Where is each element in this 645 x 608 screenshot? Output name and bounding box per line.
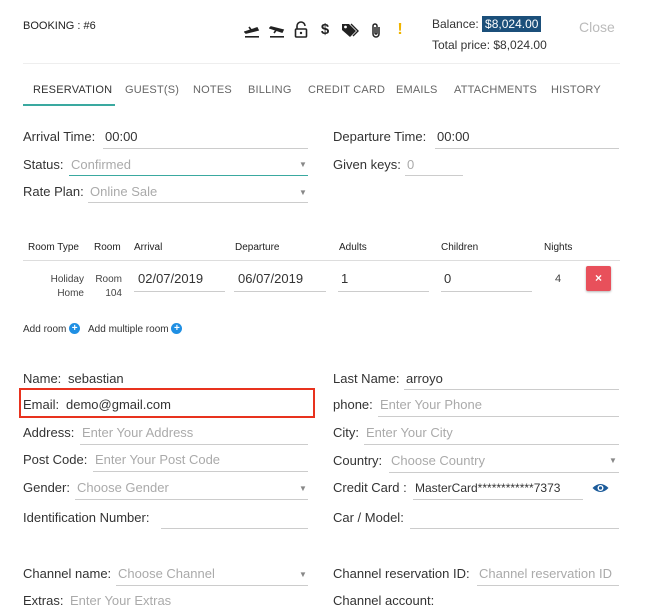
col-arrival: Arrival [134, 242, 163, 253]
tab-credit-card[interactable]: CREDIT CARD [308, 84, 385, 96]
country-chevron-icon: ▼ [609, 456, 617, 465]
col-room-type: Room Type [28, 242, 79, 253]
tab-guests[interactable]: GUEST(S) [125, 84, 179, 96]
id-number-label: Identification Number: [23, 510, 150, 525]
room-departure-input[interactable]: 06/07/2019 [238, 271, 303, 286]
rate-plan-label: Rate Plan: [23, 184, 84, 199]
channel-chevron-icon: ▼ [299, 570, 307, 579]
room-type-cell: Holiday Home [50, 274, 84, 299]
gender-label: Gender: [23, 480, 70, 495]
alert-icon: ! [397, 21, 403, 38]
rate-plan-chevron-icon: ▼ [299, 188, 307, 197]
channel-account-label: Channel account: [333, 593, 435, 608]
close-icon: × [594, 271, 602, 285]
nights-value: 4 [555, 273, 562, 285]
children-input[interactable]: 0 [444, 271, 451, 286]
room-arrival-input[interactable]: 02/07/2019 [138, 271, 203, 286]
check-out-icon[interactable] [268, 22, 286, 43]
channel-name-select[interactable]: Choose Channel [118, 566, 215, 581]
gender-select[interactable]: Choose Gender [77, 480, 169, 495]
add-room-button[interactable]: Add room + [23, 323, 81, 335]
extras-input[interactable]: Enter Your Extras [70, 593, 171, 608]
tab-attachments[interactable]: ATTACHMENTS [454, 84, 537, 96]
tab-reservation[interactable]: RESERVATION [33, 84, 112, 96]
credit-card-label: Credit Card : [333, 480, 407, 495]
post-code-label: Post Code: [23, 452, 88, 467]
name-label: Name: [23, 371, 62, 386]
id-number-input[interactable] [161, 510, 308, 528]
plus-icon: + [69, 323, 81, 334]
extras-label: Extras: [23, 593, 64, 608]
check-in-icon[interactable] [243, 22, 261, 43]
given-keys-input[interactable]: 0 [407, 157, 414, 172]
total-price: Total price: $8,024.00 [432, 38, 547, 52]
email-label: Email: [23, 397, 60, 412]
last-name-label: Last Name: [333, 371, 400, 386]
tab-emails[interactable]: EMAILS [396, 84, 438, 96]
last-name-input[interactable]: arroyo [406, 371, 443, 386]
rate-plan-select[interactable]: Online Sale [90, 184, 157, 199]
col-room: Room [94, 242, 121, 253]
email-input[interactable]: demo@gmail.com [66, 397, 171, 412]
credit-card-input[interactable]: MasterCard************7373 [415, 481, 560, 495]
departure-time-input[interactable]: 00:00 [437, 129, 470, 144]
status-label: Status: [23, 157, 64, 172]
tab-history[interactable]: HISTORY [551, 84, 601, 96]
city-label: City: [333, 425, 359, 440]
arrival-time-label: Arrival Time: [23, 129, 96, 144]
room-cell: Room 104 [95, 274, 122, 299]
car-model-input[interactable] [410, 510, 619, 528]
lock-icon[interactable] [293, 21, 309, 43]
eye-icon[interactable] [592, 481, 609, 499]
tags-icon[interactable] [341, 22, 359, 43]
name-input[interactable]: sebastian [68, 371, 124, 386]
plus-icon: + [171, 323, 183, 334]
active-tab-indicator [23, 104, 115, 106]
country-label: Country: [333, 453, 383, 468]
booking-title: BOOKING : #6 [23, 20, 96, 32]
channel-reservation-id-label: Channel reservation ID: [333, 566, 470, 581]
phone-input[interactable]: Enter Your Phone [380, 397, 482, 412]
address-input[interactable]: Enter Your Address [82, 425, 193, 440]
post-code-input[interactable]: Enter Your Post Code [95, 452, 220, 467]
phone-label: phone: [333, 397, 373, 412]
car-model-label: Car / Model: [333, 510, 404, 525]
channel-name-label: Channel name: [23, 566, 112, 581]
tab-notes[interactable]: NOTES [193, 84, 232, 96]
col-departure: Departure [235, 242, 280, 253]
tab-billing[interactable]: BILLING [248, 84, 292, 96]
gender-chevron-icon: ▼ [299, 484, 307, 493]
col-nights: Nights [544, 242, 573, 253]
col-adults: Adults [339, 242, 367, 253]
address-label: Address: [23, 425, 75, 440]
given-keys-label: Given keys: [333, 157, 401, 172]
balance-badge: $8,024.00 [482, 16, 542, 32]
country-select[interactable]: Choose Country [391, 453, 485, 468]
adults-input[interactable]: 1 [341, 271, 348, 286]
arrival-time-input[interactable]: 00:00 [105, 129, 138, 144]
status-chevron-icon: ▼ [299, 160, 307, 169]
departure-time-label: Departure Time: [333, 129, 427, 144]
status-select[interactable]: Confirmed [71, 157, 131, 172]
city-input[interactable]: Enter Your City [366, 425, 453, 440]
channel-reservation-id-input[interactable]: Channel reservation ID [479, 566, 612, 581]
balance-label: Balance: $8,024.00 [432, 16, 542, 32]
dollar-icon[interactable]: $ [318, 21, 332, 39]
paperclip-icon[interactable] [369, 22, 383, 44]
col-children: Children [441, 242, 479, 253]
delete-room-button[interactable]: × [586, 266, 611, 291]
add-multiple-room-button[interactable]: Add multiple room + [88, 323, 183, 335]
close-button[interactable]: Close [579, 19, 615, 35]
